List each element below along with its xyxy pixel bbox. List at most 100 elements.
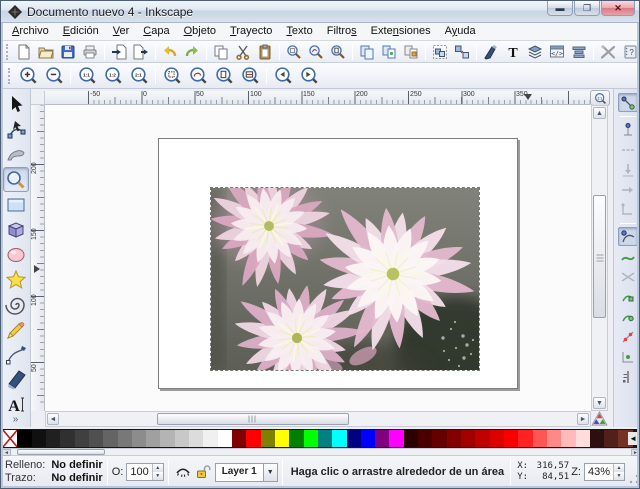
vertical-scrollbar[interactable]: ▲ ▼ (591, 105, 608, 411)
color-swatch[interactable] (46, 430, 60, 447)
new-document-button[interactable] (13, 42, 35, 62)
swatch-none[interactable] (3, 430, 17, 447)
layers-dialog-button[interactable] (524, 42, 546, 62)
color-swatch[interactable] (389, 430, 403, 447)
horizontal-ruler[interactable]: -50050100150200250300350 (45, 91, 590, 105)
zoom-in-button[interactable] (15, 65, 41, 87)
color-swatch[interactable] (490, 430, 504, 447)
undo-button[interactable] (159, 42, 181, 62)
palette-scroll-left-arrow[interactable]: ◄ (2, 449, 11, 456)
layer-selector[interactable]: Layer 1 ▼ (215, 463, 278, 482)
tool-bezier[interactable] (3, 342, 29, 367)
color-managed-view-button[interactable]: 1:1 (590, 90, 610, 106)
open-document-button[interactable] (35, 42, 57, 62)
zoom-value[interactable]: 43% (585, 464, 613, 480)
snap-intersection-button[interactable] (618, 267, 638, 286)
paste-button[interactable] (254, 42, 276, 62)
snap-nodes-button[interactable] (618, 227, 638, 246)
fill-stroke-indicator[interactable]: Relleno: No definir Trazo: No definir (1, 459, 103, 485)
color-swatch[interactable] (289, 430, 303, 447)
tool-pencil[interactable] (3, 317, 29, 342)
color-wheel-icon[interactable] (590, 411, 609, 427)
snap-bbox-button[interactable] (618, 120, 638, 139)
color-swatch[interactable] (146, 430, 160, 447)
close-button[interactable]: ✕ (601, 1, 635, 16)
text-dialog-button[interactable]: T (502, 42, 524, 62)
color-swatch[interactable] (17, 430, 31, 447)
color-swatch[interactable] (89, 430, 103, 447)
tool-calligraphy[interactable] (3, 367, 29, 392)
cut-button[interactable] (232, 42, 254, 62)
snap-cusp-node-button[interactable] (618, 287, 638, 306)
layer-visibility-eye-icon[interactable] (173, 462, 193, 482)
color-swatch[interactable] (432, 430, 446, 447)
menu-edicion[interactable]: Edición (56, 23, 106, 40)
color-swatch[interactable] (318, 430, 332, 447)
color-swatch[interactable] (375, 430, 389, 447)
print-button[interactable] (79, 42, 101, 62)
zoom-to-drawing-button[interactable] (185, 65, 211, 87)
minimize-button[interactable]: ▬ (547, 1, 573, 16)
toolbar-grip[interactable] (8, 68, 12, 84)
palette-scroll-right-arrow[interactable]: ► (631, 449, 640, 456)
menu-extensiones[interactable]: Extensiones (364, 23, 438, 40)
help-button[interactable]: ? (619, 42, 640, 62)
snap-bbox-center-button[interactable] (618, 180, 638, 199)
tool-star[interactable] (3, 267, 29, 292)
document-page[interactable] (158, 138, 518, 389)
snap-page-border-button[interactable] (618, 367, 638, 386)
color-swatch[interactable] (332, 430, 346, 447)
unlink-clone-button[interactable] (400, 42, 422, 62)
color-swatch[interactable] (75, 430, 89, 447)
color-swatch[interactable] (418, 430, 432, 447)
tool-selector[interactable] (3, 92, 29, 117)
opacity-down-arrow[interactable]: ▼ (153, 472, 163, 480)
color-swatch[interactable] (533, 430, 547, 447)
opacity-value[interactable]: 100 (127, 464, 151, 480)
color-swatch[interactable] (590, 430, 604, 447)
color-swatch[interactable] (103, 430, 117, 447)
redo-button[interactable] (181, 42, 203, 62)
zoom-down-arrow[interactable]: ▼ (614, 472, 624, 480)
xml-editor-button[interactable]: </> (546, 42, 568, 62)
menu-filtros[interactable]: Filtros (320, 23, 364, 40)
scroll-right-arrow[interactable]: ► (577, 413, 589, 425)
snap-object-center-button[interactable] (618, 347, 638, 366)
canvas-viewport[interactable] (45, 105, 591, 411)
snap-enable-button[interactable] (618, 93, 638, 112)
zoom-1-1-button[interactable]: 1:1 (74, 65, 100, 87)
color-swatch[interactable] (518, 430, 532, 447)
horizontal-scrollbar[interactable]: ◄ ► (45, 411, 591, 427)
tool-tweak[interactable] (3, 142, 29, 167)
align-dialog-button[interactable] (568, 42, 590, 62)
color-swatch[interactable] (404, 430, 418, 447)
zoom-to-page-button[interactable] (211, 65, 237, 87)
color-swatch[interactable] (160, 430, 174, 447)
zoom-page-button[interactable] (327, 42, 349, 62)
titlebar[interactable]: Documento nuevo 4 - Inkscape ▬ ❐ ✕ (1, 1, 640, 23)
menu-capa[interactable]: Capa (136, 23, 176, 40)
zoom-next-button[interactable] (296, 65, 322, 87)
color-swatch[interactable] (246, 430, 260, 447)
toolbar-grip[interactable] (6, 44, 10, 60)
scroll-down-arrow[interactable]: ▼ (593, 397, 606, 409)
menu-ayuda[interactable]: Ayuda (438, 23, 483, 40)
opacity-spinbox[interactable]: 100 ▲▼ (126, 463, 163, 481)
snap-smooth-node-button[interactable] (618, 307, 638, 326)
palette-scroll-left-icon[interactable]: ◄ (628, 432, 638, 445)
zoom-selection-button[interactable] (283, 42, 305, 62)
color-swatch[interactable] (218, 430, 232, 447)
color-swatch[interactable] (447, 430, 461, 447)
copy-button[interactable] (210, 42, 232, 62)
snap-bbox-corner-button[interactable] (618, 200, 638, 219)
flower-image[interactable] (211, 188, 479, 370)
menu-ver[interactable]: Ver (106, 23, 137, 40)
color-swatch[interactable] (189, 430, 203, 447)
tool-zoom[interactable] (3, 167, 29, 192)
preferences-button[interactable] (597, 42, 619, 62)
palette-scroll-thumb[interactable] (17, 449, 105, 455)
duplicate-button[interactable] (356, 42, 378, 62)
zoom-page-width-button[interactable] (237, 65, 263, 87)
color-swatch[interactable] (576, 430, 590, 447)
create-clone-button[interactable] (378, 42, 400, 62)
